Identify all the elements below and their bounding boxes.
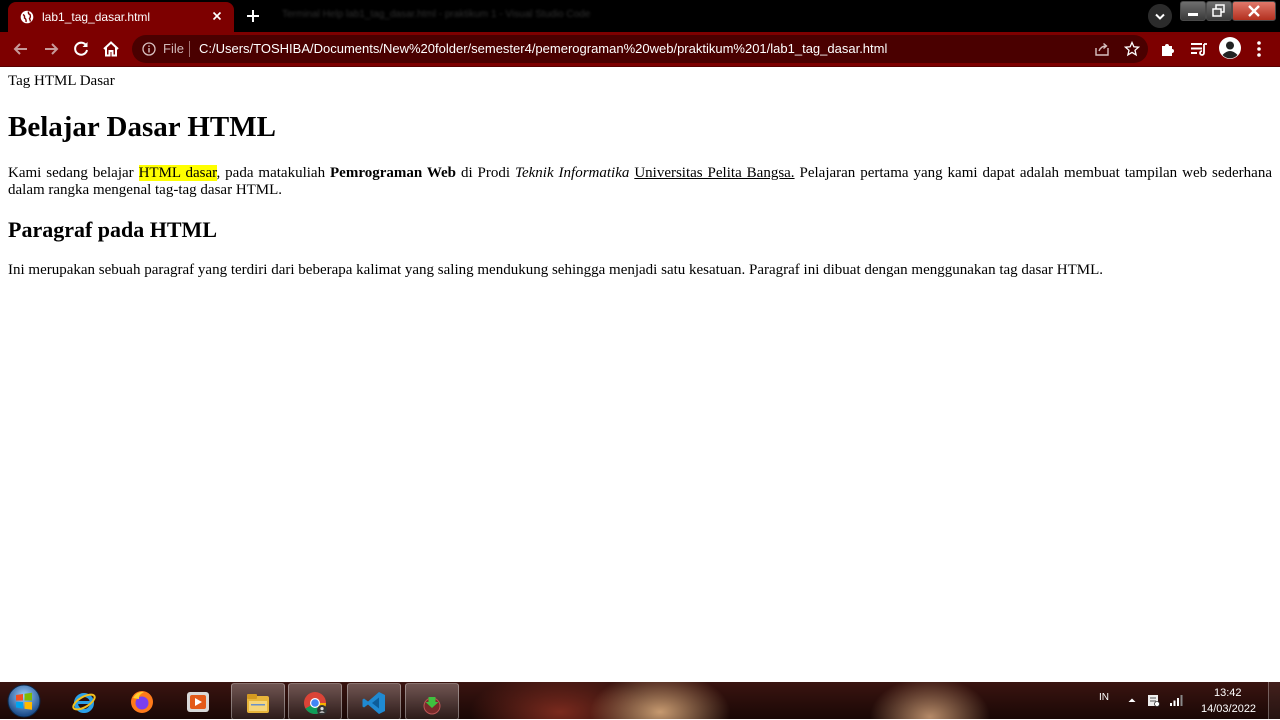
forward-arrow-icon[interactable] [40,38,62,60]
underlined-text: Universitas Pelita Bangsa. [634,165,795,181]
minimize-icon [1188,13,1198,16]
restore-icon [1212,4,1225,17]
browser-toolbar: File C:/Users/TOSHIBA/Documents/New%20fo… [0,32,1280,67]
media-player-icon [187,692,209,712]
document-title-text: Tag HTML Dasar [8,73,115,89]
page-heading: Belajar Dasar HTML [8,111,276,143]
new-tab-button[interactable] [240,3,266,29]
media-player-button[interactable] [172,683,224,718]
kebab-menu-icon[interactable] [1251,38,1267,60]
paragraph-body: Ini merupakan sebuah paragraf yang terdi… [8,262,1104,278]
reload-icon[interactable] [70,38,92,60]
clock-date[interactable]: 14/03/2022 [1201,703,1256,715]
restore-button[interactable] [1206,1,1232,21]
vscode-button[interactable] [347,683,401,720]
page-viewport: Tag HTML Dasar Belajar Dasar HTML Kami s… [0,67,1280,682]
download-manager-icon [423,697,441,715]
home-icon[interactable] [100,38,122,60]
language-indicator[interactable]: IN [1099,692,1109,703]
tab-strip: lab1_tag_dasar.html Terminal Help lab1_t… [0,0,1280,32]
highlighted-text: HTML dasar [138,165,217,181]
close-icon[interactable] [210,9,224,23]
info-icon[interactable] [142,42,156,56]
firefox-icon [131,691,153,713]
extensions-puzzle-icon[interactable] [1159,38,1179,60]
chrome-icon [304,692,327,715]
italic-text: Teknik Informatika [515,165,630,181]
tab-title: lab1_tag_dasar.html [42,10,151,24]
file-explorer-icon [247,694,269,713]
scheme-label: File [163,41,184,56]
background-window-title: Terminal Help lab1_tag_dasar.html - prak… [282,9,591,20]
reading-list-icon[interactable] [1189,38,1209,60]
show-desktop-button[interactable] [1268,682,1280,719]
internet-explorer-icon [72,693,96,713]
close-icon [1248,5,1260,17]
clock-time[interactable]: 13:42 [1214,687,1242,699]
download-manager-button[interactable] [405,683,459,720]
vscode-icon [362,692,385,714]
minimize-button[interactable] [1180,1,1206,21]
action-center-flag-icon[interactable] [1146,692,1160,708]
firefox-button[interactable] [116,683,168,718]
paragraph-text: , pada matakuliah [216,165,330,181]
file-explorer-button[interactable] [231,683,285,720]
share-icon[interactable] [1094,41,1110,57]
subheading: Paragraf pada HTML [8,217,217,242]
windows-taskbar: IN 13:42 14/03/2022 [0,682,1280,720]
tab-search-button[interactable] [1148,4,1172,28]
internet-explorer-button[interactable] [58,683,110,718]
profile-avatar-icon[interactable] [1218,36,1242,60]
address-bar[interactable]: File C:/Users/TOSHIBA/Documents/New%20fo… [132,35,1148,63]
url-text[interactable]: C:/Users/TOSHIBA/Documents/New%20folder/… [199,41,887,56]
paragraph-text: di Prodi [456,165,515,181]
start-orb[interactable] [6,683,42,719]
back-arrow-icon[interactable] [10,38,32,60]
window-close-button[interactable] [1232,1,1276,21]
browser-tab[interactable]: lab1_tag_dasar.html [8,2,234,32]
divider [189,41,190,57]
paragraph-text: Kami sedang belajar [8,165,139,181]
globe-icon [20,10,34,24]
show-hidden-icons-icon[interactable] [1127,692,1137,708]
paragraph-intro: Kami sedang belajar HTML dasar, pada mat… [8,165,1272,199]
chrome-button[interactable] [288,683,342,720]
bookmark-star-icon[interactable] [1124,41,1140,57]
bold-text: Pemrograman Web [330,165,457,181]
network-signal-icon[interactable] [1168,692,1184,708]
